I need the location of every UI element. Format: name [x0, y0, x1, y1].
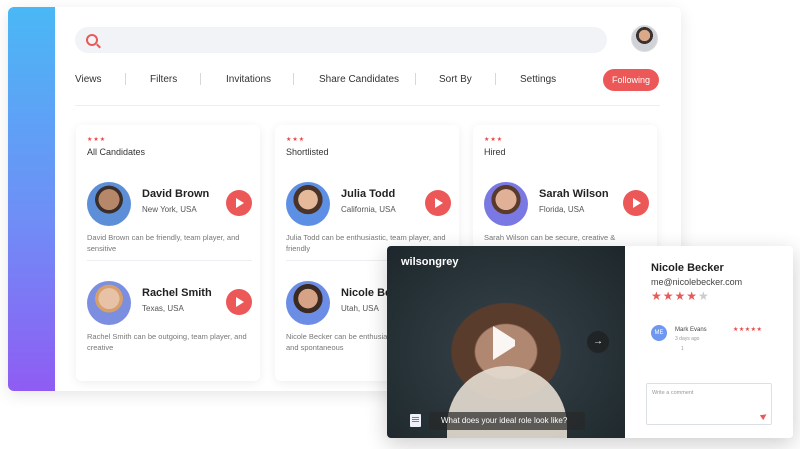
column-rating: ★★★ — [484, 137, 504, 143]
nav-divider — [293, 73, 294, 85]
play-icon[interactable] — [493, 326, 519, 360]
candidate-location: Utah, USA — [341, 304, 379, 313]
candidate-email[interactable]: me@nicolebecker.com — [651, 277, 742, 287]
video-caption: What does your ideal role look like? — [429, 412, 585, 430]
column-all-candidates: ★★★ All Candidates David Brown New York,… — [76, 125, 260, 381]
nav-divider — [415, 73, 416, 85]
column-rating: ★★★ — [286, 137, 306, 143]
avatar — [87, 182, 131, 226]
user-avatar[interactable] — [631, 25, 658, 52]
play-video-button[interactable] — [226, 289, 252, 315]
comment-time: 3 days ago — [675, 336, 700, 342]
candidate-name: Sarah Wilson — [539, 188, 609, 200]
candidate-location: California, USA — [341, 205, 396, 214]
candidate-description: Rachel Smith can be outgoing, team playe… — [87, 332, 247, 352]
play-video-button[interactable] — [623, 190, 649, 216]
play-video-button[interactable] — [425, 190, 451, 216]
candidate-location: Florida, USA — [539, 205, 585, 214]
nav-sort-by[interactable]: Sort By — [439, 74, 472, 85]
nav-settings[interactable]: Settings — [520, 74, 556, 85]
reply-count[interactable]: 1 — [681, 346, 684, 352]
sidebar — [8, 7, 55, 391]
document-icon[interactable] — [410, 414, 421, 427]
column-title: All Candidates — [87, 147, 146, 157]
nav-filters[interactable]: Filters — [150, 74, 177, 85]
star-rating[interactable]: ★★★★★ — [651, 289, 710, 303]
search-icon[interactable] — [86, 34, 98, 46]
divider — [87, 260, 252, 261]
nav-views[interactable]: Views — [75, 74, 102, 85]
video-brand-logo: wilsongrey — [401, 256, 459, 268]
next-arrow-icon[interactable]: → — [587, 331, 609, 353]
candidate-name: Rachel Smith — [142, 287, 212, 299]
nav-divider-line — [75, 105, 660, 106]
candidate-description: David Brown can be friendly, team player… — [87, 233, 240, 253]
candidate-name: David Brown — [142, 188, 210, 200]
comment-author: Mark Evans — [675, 327, 707, 333]
nav-divider — [125, 73, 126, 85]
avatar — [286, 182, 330, 226]
following-button[interactable]: Following — [603, 69, 659, 91]
candidate-name: Julia Todd — [341, 188, 396, 200]
toolbar-nav: Views Filters Invitations Share Candidat… — [75, 69, 660, 93]
avatar: ME — [651, 325, 667, 341]
nav-divider — [200, 73, 201, 85]
avatar — [87, 281, 131, 325]
comment-item: ME Mark Evans 3 days ago ★★★★★ 1 — [651, 325, 769, 355]
search-input[interactable] — [75, 27, 607, 53]
video-player[interactable]: wilsongrey → What does your ideal role l… — [387, 246, 625, 438]
nav-invitations[interactable]: Invitations — [226, 74, 271, 85]
nav-share-candidates[interactable]: Share Candidates — [319, 74, 399, 85]
candidate-location: New York, USA — [142, 205, 197, 214]
comment-rating: ★★★★★ — [733, 327, 763, 333]
column-title: Hired — [484, 147, 506, 157]
play-video-button[interactable] — [226, 190, 252, 216]
candidate-name: Nicole Becker — [651, 262, 724, 274]
star-empty-icon[interactable]: ★ — [698, 289, 710, 303]
candidate-location: Texas, USA — [142, 304, 184, 313]
video-review-panel: wilsongrey → What does your ideal role l… — [387, 246, 793, 438]
avatar — [286, 281, 330, 325]
avatar — [484, 182, 528, 226]
column-rating: ★★★ — [87, 137, 107, 143]
feedback-sidebar: Nicole Becker me@nicolebecker.com ★★★★★ … — [625, 246, 793, 438]
nav-divider — [495, 73, 496, 85]
comment-input[interactable]: Write a comment — [646, 383, 772, 425]
column-title: Shortlisted — [286, 147, 329, 157]
